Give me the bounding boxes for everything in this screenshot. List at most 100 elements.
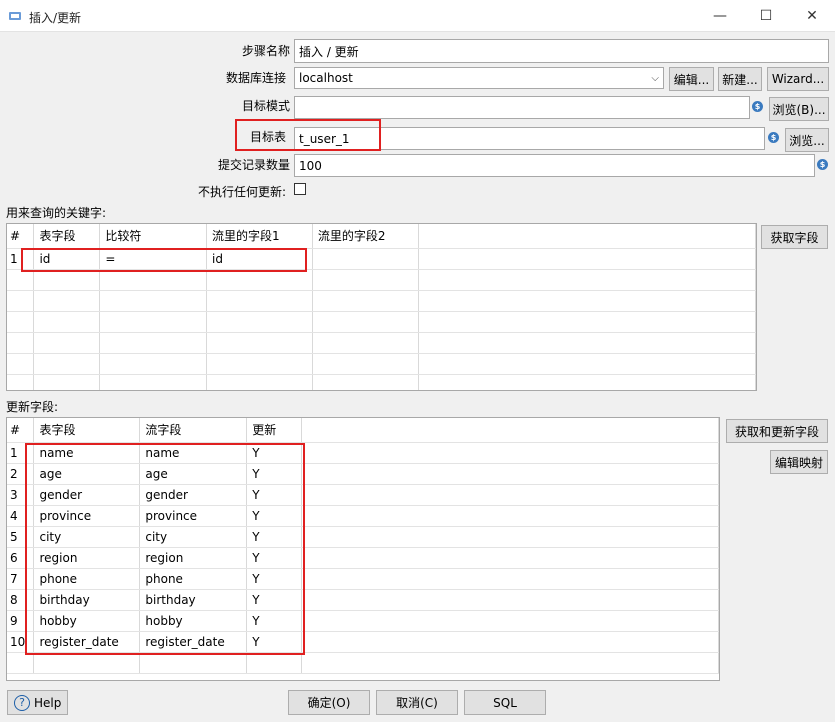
- help-button[interactable]: ? Help: [7, 690, 68, 715]
- schema-input[interactable]: [294, 96, 750, 119]
- minimize-icon: —: [713, 8, 727, 24]
- ok-button[interactable]: 确定(O): [288, 690, 370, 715]
- chevron-down-icon: ⌵: [651, 73, 659, 84]
- table-row[interactable]: 10 register_date register_date Y: [7, 631, 719, 653]
- table-cell[interactable]: region: [33, 547, 141, 569]
- table-cell[interactable]: Y: [246, 442, 303, 464]
- no-update-label: 不执行任何更新:: [197, 185, 286, 199]
- table-cell[interactable]: Y: [246, 505, 303, 527]
- empty-row: [7, 374, 756, 390]
- table-row[interactable]: 3 gender gender Y: [7, 484, 719, 506]
- get-fields-button[interactable]: 获取字段: [761, 225, 828, 249]
- table-cell[interactable]: gender: [33, 484, 141, 506]
- table-cell[interactable]: province: [139, 505, 248, 527]
- table-row[interactable]: 1 id = id: [7, 248, 756, 270]
- wizard-button[interactable]: Wizard...: [767, 67, 829, 91]
- step-name-input[interactable]: 插入 / 更新: [294, 39, 829, 63]
- no-update-checkbox[interactable]: [294, 183, 306, 195]
- browse-schema-button[interactable]: 浏览(B)...: [769, 97, 829, 121]
- browse-table-button[interactable]: 浏览...: [785, 128, 829, 152]
- column-header[interactable]: 流字段: [139, 418, 248, 443]
- table-cell[interactable]: birthday: [33, 589, 141, 611]
- table-input[interactable]: t_user_1: [294, 127, 765, 150]
- table-cell-empty: [301, 484, 719, 506]
- schema-label: 目标模式: [241, 99, 290, 113]
- column-header-empty: [301, 418, 719, 443]
- table-cell[interactable]: name: [139, 442, 248, 464]
- edit-mapping-button[interactable]: 编辑映射: [770, 450, 828, 474]
- table-row[interactable]: 4 province province Y: [7, 505, 719, 527]
- table-cell[interactable]: id: [206, 248, 313, 270]
- close-button[interactable]: ✕: [789, 0, 835, 32]
- variable-icon: $: [817, 159, 828, 170]
- connection-select[interactable]: localhost ⌵: [294, 67, 664, 89]
- table-cell-empty: [301, 631, 719, 653]
- table-cell[interactable]: age: [33, 463, 141, 485]
- table-row[interactable]: 7 phone phone Y: [7, 568, 719, 590]
- maximize-icon: ☐: [759, 8, 773, 24]
- table-row[interactable]: 9 hobby hobby Y: [7, 610, 719, 632]
- variable-icon: $: [752, 101, 763, 112]
- table-cell[interactable]: gender: [139, 484, 248, 506]
- table-cell[interactable]: Y: [246, 526, 303, 548]
- update-section-label: 更新字段:: [6, 400, 59, 414]
- table-row[interactable]: 1 name name Y: [7, 442, 719, 464]
- table-cell[interactable]: phone: [139, 568, 248, 590]
- row-number: 2: [7, 463, 35, 485]
- column-header[interactable]: 流里的字段2: [312, 224, 419, 249]
- row-number: 4: [7, 505, 35, 527]
- table-cell[interactable]: phone: [33, 568, 141, 590]
- column-header[interactable]: #: [7, 224, 35, 249]
- edit-connection-button[interactable]: 编辑...: [669, 67, 714, 91]
- column-header[interactable]: 更新: [246, 418, 303, 443]
- column-header[interactable]: 表字段: [33, 418, 141, 443]
- table-row[interactable]: 6 region region Y: [7, 547, 719, 569]
- table-cell[interactable]: Y: [246, 484, 303, 506]
- table-cell[interactable]: Y: [246, 610, 303, 632]
- table-cell[interactable]: hobby: [33, 610, 141, 632]
- window-title: 插入/更新: [29, 11, 82, 25]
- commit-size-input[interactable]: 100: [294, 154, 815, 177]
- table-cell[interactable]: register_date: [33, 631, 141, 653]
- table-cell[interactable]: Y: [246, 568, 303, 590]
- table-cell[interactable]: id: [33, 248, 101, 270]
- table-cell[interactable]: hobby: [139, 610, 248, 632]
- table-cell[interactable]: register_date: [139, 631, 248, 653]
- column-header[interactable]: #: [7, 418, 35, 443]
- table-row[interactable]: 2 age age Y: [7, 463, 719, 485]
- sql-button[interactable]: SQL: [464, 690, 546, 715]
- table-cell[interactable]: province: [33, 505, 141, 527]
- update-header-row: # 表字段 流字段 更新: [7, 418, 719, 443]
- row-number: 7: [7, 568, 35, 590]
- minimize-button[interactable]: —: [697, 0, 743, 32]
- table-cell[interactable]: Y: [246, 463, 303, 485]
- app-icon: [9, 12, 21, 20]
- empty-row: [7, 269, 756, 291]
- maximize-button[interactable]: ☐: [743, 0, 789, 32]
- table-cell[interactable]: =: [99, 248, 207, 270]
- table-cell[interactable]: city: [33, 526, 141, 548]
- table-cell[interactable]: name: [33, 442, 141, 464]
- column-header[interactable]: 流里的字段1: [206, 224, 313, 249]
- table-cell[interactable]: city: [139, 526, 248, 548]
- table-cell-empty: [301, 526, 719, 548]
- column-header[interactable]: 比较符: [99, 224, 207, 249]
- get-update-fields-button[interactable]: 获取和更新字段: [726, 419, 828, 443]
- row-number: 9: [7, 610, 35, 632]
- new-connection-button[interactable]: 新建...: [718, 67, 762, 91]
- empty-row: [7, 652, 719, 674]
- table-cell-empty: [301, 505, 719, 527]
- table-cell[interactable]: age: [139, 463, 248, 485]
- help-label: Help: [34, 695, 62, 710]
- table-cell[interactable]: [312, 248, 419, 270]
- table-row[interactable]: 5 city city Y: [7, 526, 719, 548]
- table-cell[interactable]: Y: [246, 589, 303, 611]
- table-cell[interactable]: birthday: [139, 589, 248, 611]
- table-cell[interactable]: Y: [246, 631, 303, 653]
- column-header[interactable]: 表字段: [33, 224, 101, 249]
- table-cell[interactable]: region: [139, 547, 248, 569]
- table-cell[interactable]: Y: [246, 547, 303, 569]
- table-cell-empty: [301, 610, 719, 632]
- cancel-button[interactable]: 取消(C): [376, 690, 458, 715]
- table-row[interactable]: 8 birthday birthday Y: [7, 589, 719, 611]
